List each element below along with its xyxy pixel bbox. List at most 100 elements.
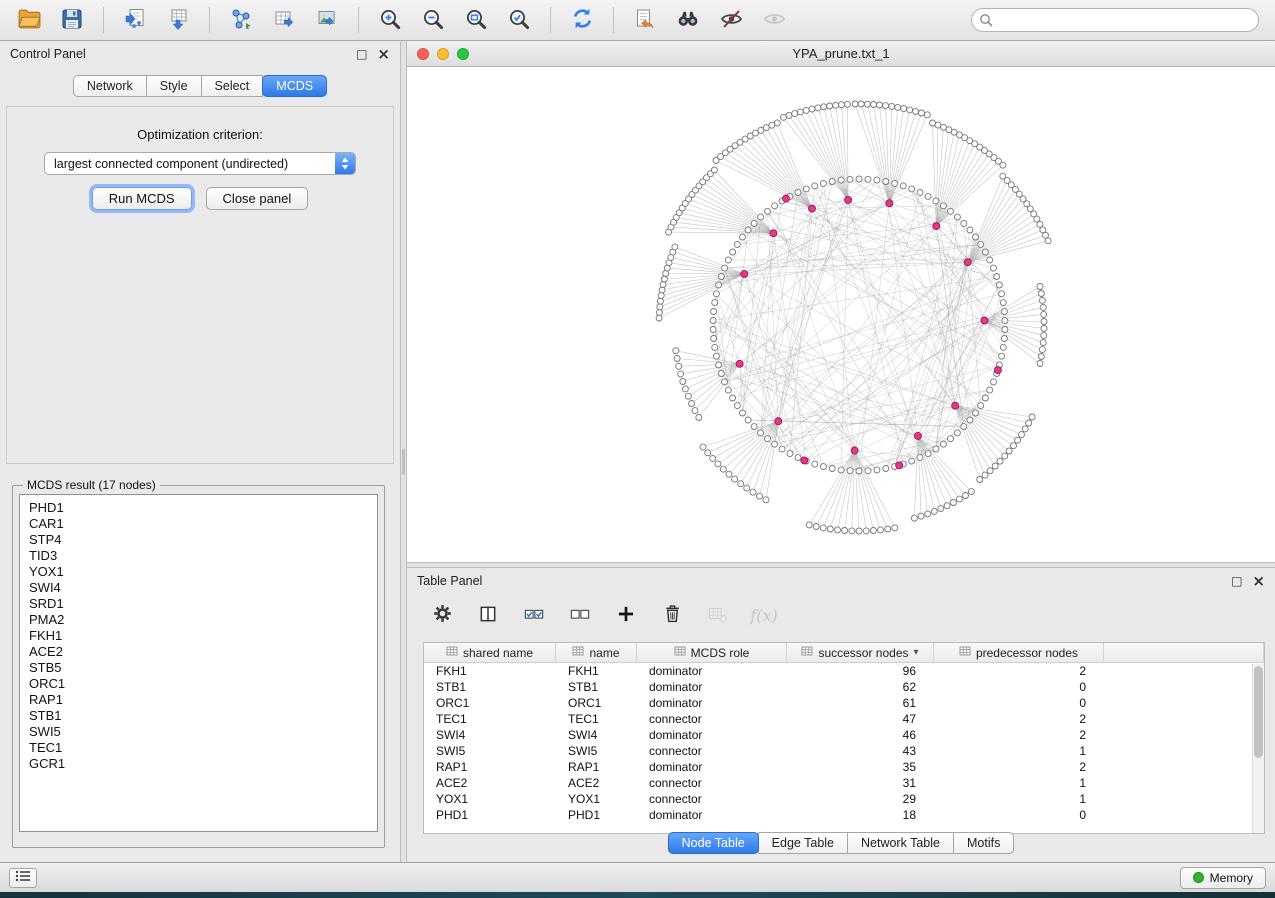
- network-node[interactable]: [918, 513, 924, 519]
- network-node[interactable]: [940, 441, 946, 447]
- network-node[interactable]: [738, 481, 744, 487]
- network-node[interactable]: [740, 410, 746, 416]
- network-node[interactable]: [751, 220, 757, 226]
- network-node[interactable]: [1041, 311, 1047, 317]
- mcds-dominator-node[interactable]: [964, 259, 971, 266]
- network-node[interactable]: [892, 525, 898, 531]
- network-canvas[interactable]: [407, 67, 1273, 561]
- column-visibility-button[interactable]: [475, 602, 501, 628]
- network-node[interactable]: [907, 107, 913, 113]
- network-node[interactable]: [744, 485, 750, 491]
- mcds-dominator-node[interactable]: [994, 367, 1001, 374]
- mcds-dominator-node[interactable]: [783, 195, 790, 202]
- add-column-button[interactable]: [613, 602, 639, 628]
- network-node[interactable]: [730, 249, 736, 255]
- network-node[interactable]: [844, 101, 850, 107]
- network-node[interactable]: [797, 109, 803, 115]
- network-node[interactable]: [720, 466, 726, 472]
- network-node[interactable]: [838, 177, 844, 183]
- close-window-icon[interactable]: [417, 48, 429, 60]
- network-node[interactable]: [661, 276, 667, 282]
- table-row[interactable]: YOX1YOX1connector291: [424, 791, 1264, 807]
- network-node[interactable]: [820, 180, 826, 186]
- network-node[interactable]: [877, 102, 883, 108]
- network-node[interactable]: [786, 112, 792, 118]
- network-node[interactable]: [883, 103, 889, 109]
- network-node[interactable]: [815, 105, 821, 111]
- network-node[interactable]: [900, 183, 906, 189]
- network-node[interactable]: [883, 466, 889, 472]
- network-node[interactable]: [1038, 291, 1044, 297]
- network-node[interactable]: [734, 403, 740, 409]
- network-node[interactable]: [839, 102, 845, 108]
- network-node[interactable]: [722, 265, 728, 271]
- network-node[interactable]: [713, 291, 719, 297]
- network-node[interactable]: [757, 493, 763, 499]
- network-node[interactable]: [909, 186, 915, 192]
- search-input[interactable]: [971, 8, 1259, 32]
- task-history-button[interactable]: [9, 868, 37, 888]
- network-node[interactable]: [863, 528, 869, 534]
- network-node[interactable]: [874, 177, 880, 183]
- table-row[interactable]: ORC1ORC1dominator610: [424, 695, 1264, 711]
- network-node[interactable]: [812, 461, 818, 467]
- network-node[interactable]: [685, 393, 691, 399]
- import-network-button[interactable]: [116, 4, 154, 37]
- mcds-result-item[interactable]: SWI4: [29, 580, 368, 596]
- close-panel-button[interactable]: Close panel: [206, 187, 309, 210]
- network-node[interactable]: [925, 451, 931, 457]
- network-node[interactable]: [1041, 326, 1047, 332]
- network-node[interactable]: [917, 455, 923, 461]
- mcds-result-item[interactable]: ORC1: [29, 676, 368, 692]
- column-header-successor-nodes[interactable]: successor nodes▾: [787, 643, 934, 662]
- network-node[interactable]: [849, 528, 855, 534]
- network-node[interactable]: [1002, 318, 1008, 324]
- mcds-result-item[interactable]: STB1: [29, 708, 368, 724]
- network-node[interactable]: [865, 468, 871, 474]
- maximize-window-icon[interactable]: [457, 48, 469, 60]
- network-node[interactable]: [933, 446, 939, 452]
- network-node[interactable]: [919, 110, 925, 116]
- table-row[interactable]: FKH1FKH1dominator962: [424, 663, 1264, 679]
- export-table-button[interactable]: [265, 4, 303, 37]
- mcds-result-item[interactable]: TEC1: [29, 740, 368, 756]
- function-builder-button[interactable]: f(x): [751, 602, 777, 628]
- network-node[interactable]: [963, 493, 969, 499]
- network-node[interactable]: [1041, 333, 1047, 339]
- network-node[interactable]: [856, 468, 862, 474]
- network-node[interactable]: [978, 241, 984, 247]
- network-node[interactable]: [803, 186, 809, 192]
- network-node[interactable]: [745, 417, 751, 423]
- network-node[interactable]: [982, 249, 988, 255]
- network-node[interactable]: [925, 511, 931, 517]
- network-node[interactable]: [944, 503, 950, 509]
- network-node[interactable]: [933, 198, 939, 204]
- network-node[interactable]: [961, 424, 967, 430]
- network-node[interactable]: [892, 180, 898, 186]
- network-node[interactable]: [1000, 300, 1006, 306]
- network-node[interactable]: [1002, 327, 1008, 333]
- network-node[interactable]: [987, 387, 993, 393]
- network-node[interactable]: [871, 102, 877, 108]
- network-node[interactable]: [712, 300, 718, 306]
- network-node[interactable]: [858, 101, 864, 107]
- network-node[interactable]: [865, 176, 871, 182]
- network-node[interactable]: [682, 386, 688, 392]
- network-node[interactable]: [961, 220, 967, 226]
- table-row[interactable]: ACE2ACE2connector311: [424, 775, 1264, 791]
- network-node[interactable]: [716, 282, 722, 288]
- network-node[interactable]: [711, 309, 717, 315]
- open-session-button[interactable]: [10, 4, 48, 37]
- network-node[interactable]: [827, 526, 833, 532]
- network-node[interactable]: [745, 227, 751, 233]
- network-node[interactable]: [924, 112, 930, 118]
- network-node[interactable]: [1015, 437, 1021, 443]
- network-node[interactable]: [968, 489, 974, 495]
- network-node[interactable]: [878, 527, 884, 533]
- table-tab-node-table[interactable]: Node Table: [668, 832, 759, 854]
- select-all-rows-button[interactable]: [521, 602, 547, 628]
- network-node[interactable]: [809, 106, 815, 112]
- network-node[interactable]: [1000, 344, 1006, 350]
- network-node[interactable]: [718, 371, 724, 377]
- table-settings-button[interactable]: [429, 602, 455, 628]
